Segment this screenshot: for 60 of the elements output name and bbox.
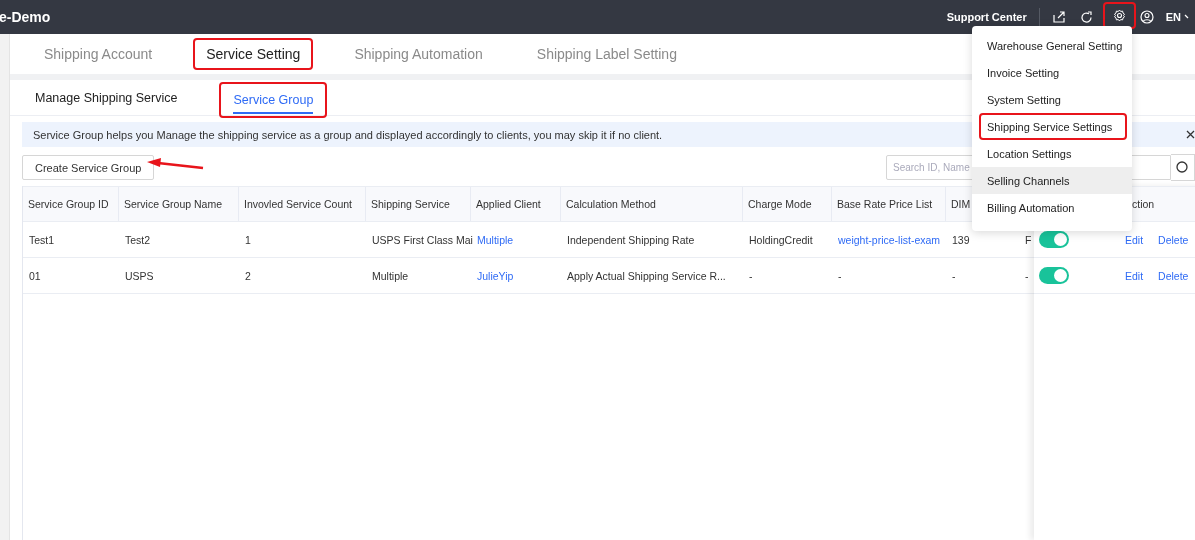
menu-item[interactable]: Warehouse General Setting [972,32,1132,59]
refresh-icon[interactable] [1079,10,1093,24]
table-cell: Test2 [125,233,151,246]
search-button[interactable] [1171,154,1195,181]
table-cell: USPS First Class Mai [372,233,473,246]
table-cell: 1 [245,233,251,246]
toggle-switch[interactable] [1039,267,1069,284]
column-header: ction [1132,198,1155,210]
column-header: DIM [951,198,971,210]
tab[interactable]: Shipping Account [31,38,166,70]
column-header: Service Group Name [124,198,223,210]
action-link[interactable]: Edit [1125,269,1144,282]
table-cell: - [1025,269,1029,282]
table-cell: - [749,269,753,282]
menu-item[interactable]: Selling Channels [972,167,1132,194]
menu-item[interactable]: Invoice Setting [972,59,1132,86]
tab[interactable]: Shipping Automation [341,38,496,70]
app-title: e-Demo [0,9,51,25]
close-icon[interactable] [1186,130,1195,139]
action-link[interactable]: Delete [1158,269,1189,282]
column-header: Invovled Service Count [244,198,352,210]
create-service-group-button[interactable]: Create Service Group [22,155,155,180]
column-header: Calculation Method [566,198,656,210]
menu-item[interactable]: Shipping Service Settings [979,113,1127,140]
table-cell: HoldingCredit [749,233,813,246]
export-icon[interactable] [1051,10,1066,24]
support-center-link[interactable]: Support Center [946,11,1027,23]
action-link[interactable]: Delete [1158,233,1189,246]
search-icon [1176,161,1189,174]
column-header: Base Rate Price List [837,198,933,210]
column-header: Charge Mode [748,198,812,210]
table-cell: USPS [125,269,154,282]
table-link[interactable]: Multiple [477,233,514,246]
column-header: Shipping Service [371,198,450,210]
table-cell: Multiple [372,269,409,282]
settings-icon[interactable] [1112,8,1126,22]
table-cell: 2 [245,269,251,282]
table-link[interactable]: weight-price-list-exam [838,233,941,246]
table-cell: Apply Actual Shipping Service R... [567,269,726,282]
column-header: Service Group ID [28,198,109,210]
action-link[interactable]: Edit [1125,233,1144,246]
table-cell: F [1025,233,1032,246]
sub-tab[interactable]: Service Group [233,86,314,114]
table-link[interactable]: JulieYip [477,269,514,282]
sub-tab[interactable]: Manage Shipping Service [35,83,178,112]
column-header: Applied Client [476,198,541,210]
toggle-switch[interactable] [1039,231,1069,248]
table-cell: - [952,269,956,282]
user-icon[interactable] [1139,10,1154,24]
menu-item[interactable]: Location Settings [972,140,1132,167]
tab[interactable]: Service Setting [193,38,314,70]
tab[interactable]: Shipping Label Setting [523,38,690,70]
menu-item[interactable]: Billing Automation [972,194,1132,221]
language-selector[interactable]: EN [1165,11,1181,23]
table-cell: - [838,269,842,282]
table-cell: Test1 [29,233,55,246]
table-cell: 139 [952,233,970,246]
table-cell: Independent Shipping Rate [567,233,695,246]
menu-item[interactable]: System Setting [972,86,1132,113]
table-cell: 01 [29,269,41,282]
